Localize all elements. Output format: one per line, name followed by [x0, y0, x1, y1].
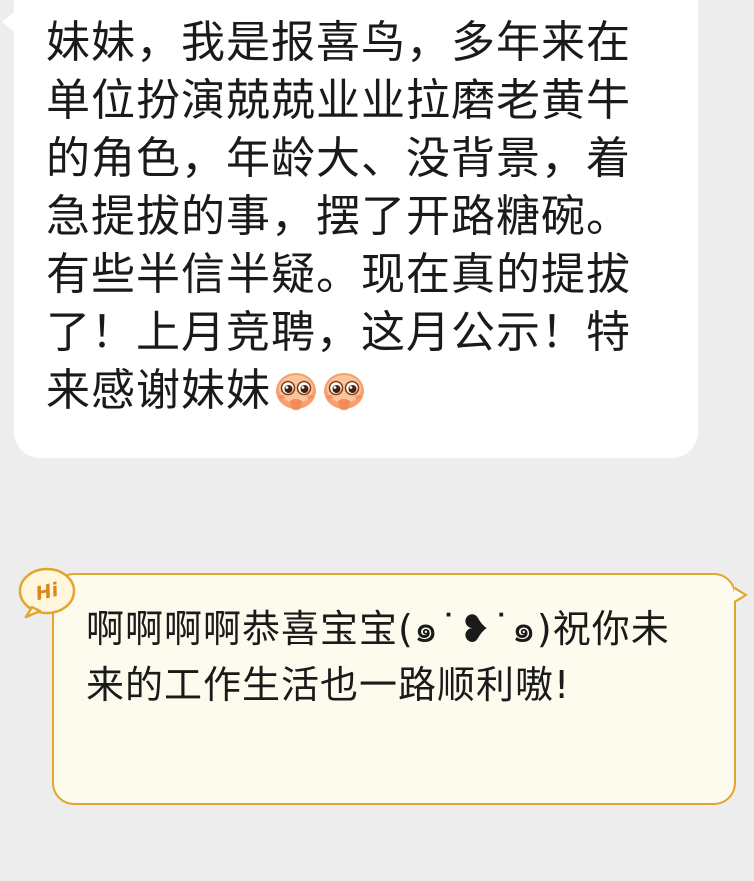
reply-message-text: 啊啊啊啊恭喜宝宝(๑˙❥˙๑)祝你未来的工作生活也一路顺利嗷!: [86, 607, 670, 707]
hi-badge: Hi: [18, 567, 76, 619]
reply-bubble-tail-fill: [734, 589, 744, 601]
incoming-message-text: 妹妹，我是报喜鸟，多年来在单位扮演兢兢业业拉磨老黄牛的角色，年龄大、没背景，着急…: [46, 14, 668, 420]
incoming-message-bubble[interactable]: 妹妹，我是报喜鸟，多年来在单位扮演兢兢业业拉磨老黄牛的角色，年龄大、没背景，着急…: [2, 0, 698, 458]
incoming-message-body: 妹妹，我是报喜鸟，多年来在单位扮演兢兢业业拉磨老黄牛的角色，年龄大、没背景，着急…: [46, 17, 631, 416]
pleading-face-sticker-icon: [321, 367, 367, 413]
incoming-bubble-tail: [2, 12, 14, 32]
reply-message-bubble[interactable]: 啊啊啊啊恭喜宝宝(๑˙❥˙๑)祝你未来的工作生活也一路顺利嗷!: [52, 573, 748, 805]
pleading-face-sticker-icon: [273, 367, 319, 413]
